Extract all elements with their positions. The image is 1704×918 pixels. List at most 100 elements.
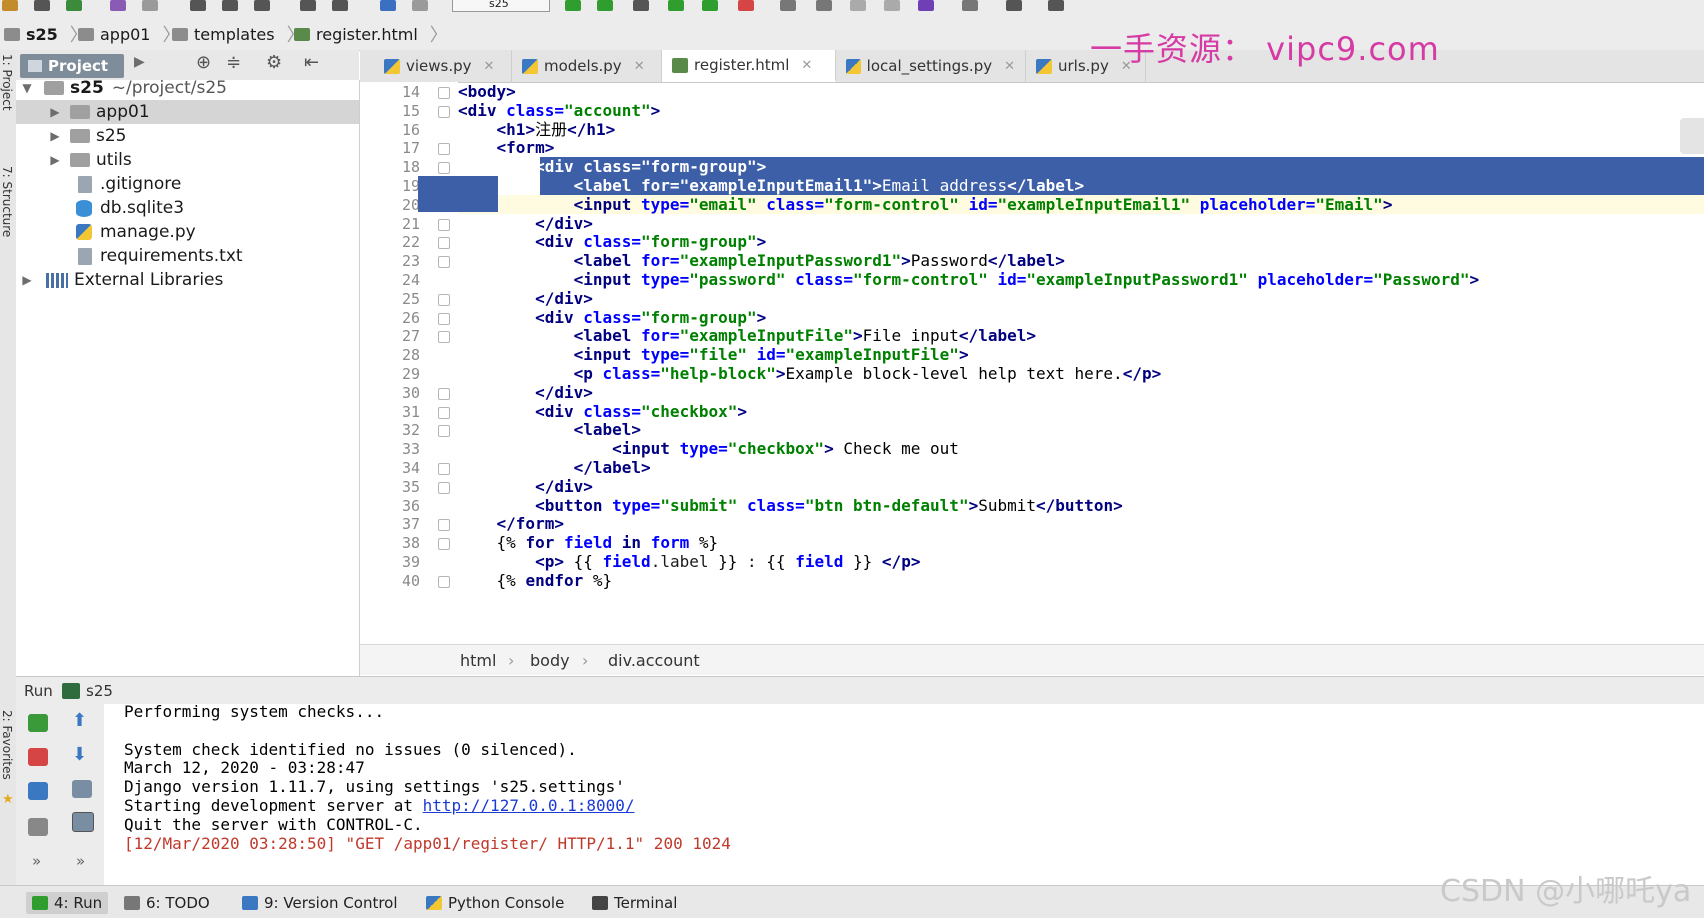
- tab-version-control[interactable]: 9: Version Control: [236, 892, 404, 914]
- tree-item-requirements[interactable]: requirements.txt: [16, 244, 359, 268]
- coverage-icon[interactable]: [633, 0, 649, 11]
- breadcrumb-project[interactable]: s25 〉: [4, 24, 88, 46]
- run-icon[interactable]: [565, 0, 581, 11]
- code-editor[interactable]: <body> <div class="account"> <h1>注册</h1> …: [458, 82, 1704, 644]
- close-icon[interactable]: ✕: [801, 58, 812, 73]
- fold-marker-icon[interactable]: [438, 538, 450, 551]
- stop-icon[interactable]: [28, 748, 48, 766]
- fold-marker-icon[interactable]: [438, 387, 450, 400]
- locate-icon[interactable]: ⊕: [196, 52, 211, 73]
- fold-marker-icon[interactable]: [438, 293, 450, 306]
- run-console[interactable]: Performing system checks... System check …: [104, 702, 1704, 885]
- vcs-history-icon[interactable]: [884, 0, 900, 11]
- paste-icon[interactable]: [254, 0, 270, 11]
- fold-marker-icon[interactable]: [438, 519, 450, 532]
- scroll-to-end-icon[interactable]: [72, 812, 94, 832]
- fold-marker-icon[interactable]: [438, 331, 450, 344]
- tab-views-py[interactable]: views.py ✕: [374, 50, 512, 82]
- tree-item-manage[interactable]: manage.py: [16, 220, 359, 244]
- pause-icon[interactable]: [28, 782, 48, 800]
- forward-icon[interactable]: [412, 0, 428, 11]
- vcs-commit-icon[interactable]: [816, 0, 832, 11]
- concurrency-icon[interactable]: [702, 0, 718, 11]
- project-tab[interactable]: Project: [20, 54, 124, 78]
- arrow-down-icon[interactable]: ⬇: [72, 744, 87, 765]
- fold-marker-icon[interactable]: [438, 162, 450, 175]
- project-view-dropdown-icon[interactable]: ▶: [134, 54, 145, 70]
- gear-icon[interactable]: ⚙: [266, 52, 282, 73]
- close-icon[interactable]: ✕: [634, 59, 645, 74]
- tab-python-console[interactable]: Python Console: [420, 892, 570, 914]
- find-icon[interactable]: [300, 0, 316, 11]
- vcs-push-icon[interactable]: [850, 0, 866, 11]
- save-icon[interactable]: [34, 0, 50, 11]
- fold-marker-icon[interactable]: [438, 143, 450, 156]
- tab-todo[interactable]: 6: TODO: [118, 892, 216, 914]
- tab-models-py[interactable]: models.py ✕: [512, 50, 662, 82]
- open-icon[interactable]: [2, 0, 18, 11]
- chevron-right-icon[interactable]: ▶: [20, 273, 34, 287]
- tab-register-html[interactable]: register.html ✕: [662, 50, 836, 82]
- breadcrumb-app01[interactable]: app01 〉: [78, 24, 180, 46]
- sdk-icon[interactable]: [1048, 0, 1064, 11]
- fold-marker-icon[interactable]: [438, 312, 450, 325]
- close-icon[interactable]: ✕: [484, 59, 495, 74]
- fold-marker-icon[interactable]: [438, 406, 450, 419]
- undo-icon[interactable]: [110, 0, 126, 11]
- arrow-up-icon[interactable]: ⬆: [72, 710, 87, 731]
- tab-run[interactable]: 4: Run: [26, 892, 109, 914]
- tree-item-utils[interactable]: ▶ utils: [16, 148, 359, 172]
- fold-marker-icon[interactable]: [438, 481, 450, 494]
- copy-icon[interactable]: [222, 0, 238, 11]
- fold-marker-icon[interactable]: [438, 105, 450, 118]
- chevron-right-icon[interactable]: ▶: [48, 153, 62, 167]
- redo-icon[interactable]: [142, 0, 158, 11]
- nav-item[interactable]: div.account: [608, 651, 700, 670]
- tab-terminal[interactable]: Terminal: [586, 892, 683, 914]
- cut-icon[interactable]: [190, 0, 206, 11]
- tab-local-settings-py[interactable]: local_settings.py ✕: [836, 50, 1026, 82]
- back-icon[interactable]: [380, 0, 396, 11]
- tree-item-db[interactable]: db.sqlite3: [16, 196, 359, 220]
- chevron-right-icon[interactable]: ▶: [48, 105, 62, 119]
- fold-marker-icon[interactable]: [438, 463, 450, 475]
- soft-wrap-icon[interactable]: [72, 780, 92, 798]
- vcs-revert-icon[interactable]: [918, 0, 934, 11]
- run-config-select[interactable]: s25: [452, 0, 550, 12]
- stop-icon[interactable]: [738, 0, 754, 11]
- fold-marker-icon[interactable]: [438, 256, 450, 269]
- project-tool-button[interactable]: 1: Project: [0, 54, 14, 111]
- more-icon[interactable]: [1006, 0, 1022, 11]
- close-icon[interactable]: ✕: [1004, 59, 1015, 74]
- sync-icon[interactable]: [66, 0, 82, 11]
- tree-item-s25[interactable]: ▶ s25: [16, 124, 359, 148]
- server-url-link[interactable]: http://127.0.0.1:8000/: [423, 796, 635, 815]
- nav-item[interactable]: body: [530, 651, 570, 670]
- fold-marker-icon[interactable]: [438, 575, 450, 588]
- more-icon[interactable]: »: [32, 852, 41, 870]
- vcs-update-icon[interactable]: [780, 0, 796, 11]
- profile-icon[interactable]: [668, 0, 684, 11]
- breadcrumb-file[interactable]: register.html 〉: [294, 24, 448, 46]
- tree-item-app01[interactable]: ▶ app01: [16, 100, 359, 124]
- fold-marker-icon[interactable]: [438, 237, 450, 250]
- breadcrumb-templates[interactable]: templates 〉: [172, 24, 305, 46]
- tree-root[interactable]: ▼ s25 ~/project/s25: [16, 76, 359, 100]
- more-icon[interactable]: »: [76, 852, 85, 870]
- fold-marker-icon[interactable]: [438, 425, 450, 438]
- collapse-all-icon[interactable]: ≑: [226, 52, 241, 73]
- layout-icon[interactable]: [28, 818, 48, 836]
- tree-item-gitignore[interactable]: .gitignore: [16, 172, 359, 196]
- fold-marker-icon[interactable]: [438, 87, 450, 99]
- rerun-icon[interactable]: [28, 714, 48, 732]
- favorites-tool-button[interactable]: 2: Favorites: [0, 710, 14, 780]
- nav-item[interactable]: html: [460, 651, 496, 670]
- debug-icon[interactable]: [597, 0, 613, 11]
- hide-panel-icon[interactable]: ⇤: [304, 52, 319, 73]
- fold-marker-icon[interactable]: [438, 218, 450, 231]
- structure-tool-button[interactable]: 7: Structure: [0, 166, 14, 237]
- settings-icon[interactable]: [962, 0, 978, 11]
- chevron-right-icon[interactable]: ▶: [48, 129, 62, 143]
- chevron-down-icon[interactable]: ▼: [20, 81, 34, 95]
- replace-icon[interactable]: [332, 0, 348, 11]
